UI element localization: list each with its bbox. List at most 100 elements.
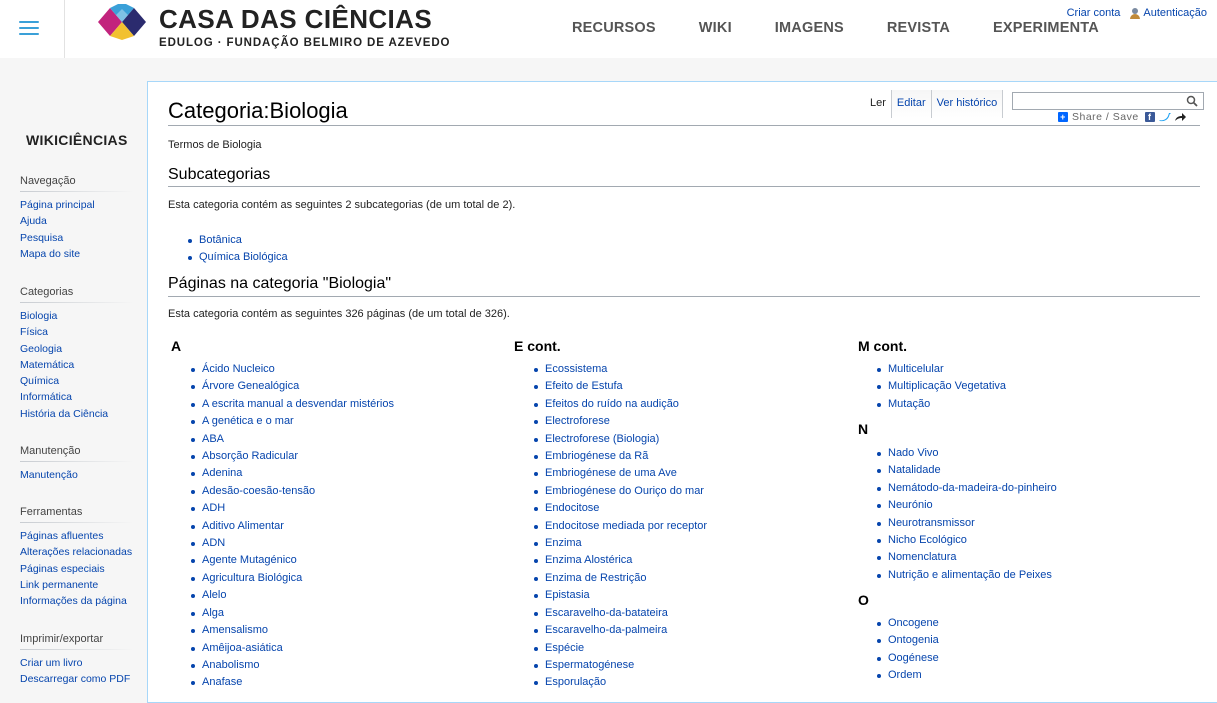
category-page-link[interactable]: Esporulação bbox=[545, 676, 606, 688]
login-link[interactable]: Autenticação bbox=[1143, 7, 1207, 19]
share-plus-icon[interactable]: + bbox=[1058, 112, 1068, 122]
category-page-link[interactable]: Amensalismo bbox=[202, 624, 268, 636]
category-page-link[interactable]: Agente Mutagénico bbox=[202, 554, 297, 566]
category-page-link[interactable]: Embriogénese da Rã bbox=[545, 450, 648, 462]
category-page-link[interactable]: Neurónio bbox=[888, 499, 933, 511]
category-page-link[interactable]: Mutação bbox=[888, 398, 930, 410]
category-page-link[interactable]: Aditivo Alimentar bbox=[202, 520, 284, 532]
letter-heading-a: A bbox=[171, 338, 182, 354]
search-input[interactable] bbox=[1012, 92, 1204, 110]
nav-wiki[interactable]: WIKI bbox=[699, 20, 732, 36]
category-page-link[interactable]: Ecossistema bbox=[545, 363, 607, 375]
list-item: Ordem bbox=[877, 667, 939, 684]
subcategory-link-quimica-biologica[interactable]: Química Biológica bbox=[199, 251, 288, 263]
sidebar-item-pesquisa[interactable]: Pesquisa bbox=[20, 232, 63, 244]
sidebar-item-manutencao[interactable]: Manutenção bbox=[20, 469, 78, 481]
category-page-link[interactable]: Adesão-coesão-tensão bbox=[202, 485, 315, 497]
category-page-link[interactable]: Enzima Alostérica bbox=[545, 554, 632, 566]
list-item: Efeito de Estufa bbox=[534, 378, 707, 395]
category-page-link[interactable]: Anafase bbox=[202, 676, 242, 688]
nav-recursos[interactable]: RECURSOS bbox=[572, 20, 656, 36]
create-account-link[interactable]: Criar conta bbox=[1067, 7, 1121, 19]
sidebar-item-paginas-especiais[interactable]: Páginas especiais bbox=[20, 563, 105, 575]
nav-experimenta[interactable]: EXPERIMENTA bbox=[993, 20, 1099, 36]
category-page-link[interactable]: Ontogenia bbox=[888, 634, 939, 646]
category-page-link[interactable]: Absorção Radicular bbox=[202, 450, 298, 462]
category-page-link[interactable]: Embriogénese de uma Ave bbox=[545, 467, 677, 479]
category-page-link[interactable]: Nemátodo-da-madeira-do-pinheiro bbox=[888, 482, 1057, 494]
nav-revista[interactable]: REVISTA bbox=[887, 20, 950, 36]
twitter-icon[interactable] bbox=[1158, 112, 1171, 122]
category-page-link[interactable]: Natalidade bbox=[888, 464, 941, 476]
category-page-link[interactable]: Espermatogénese bbox=[545, 659, 634, 671]
category-page-link[interactable]: ADH bbox=[202, 502, 225, 514]
logo-title[interactable]: CASA DAS CIÊNCIAS bbox=[159, 4, 432, 35]
category-page-link[interactable]: Efeitos do ruído na audição bbox=[545, 398, 679, 410]
sidebar-item-link-permanente[interactable]: Link permanente bbox=[20, 579, 98, 591]
sidebar-item-quimica[interactable]: Química bbox=[20, 375, 59, 387]
category-page-link[interactable]: Oncogene bbox=[888, 617, 939, 629]
category-page-link[interactable]: Alelo bbox=[202, 589, 226, 601]
search-icon[interactable] bbox=[1186, 95, 1198, 107]
category-page-link[interactable]: Electroforese bbox=[545, 415, 610, 427]
category-page-link[interactable]: Escaravelho-da-batateira bbox=[545, 607, 668, 619]
category-page-link[interactable]: Adenina bbox=[202, 467, 242, 479]
category-page-link[interactable]: Embriogénese do Ouriço do mar bbox=[545, 485, 704, 497]
category-page-link[interactable]: ADN bbox=[202, 537, 225, 549]
share-save-link[interactable]: Share / Save bbox=[1072, 111, 1139, 123]
tab-ver-historico[interactable]: Ver histórico bbox=[931, 90, 1004, 118]
category-page-link[interactable]: Electroforese (Biologia) bbox=[545, 433, 659, 445]
category-page-link[interactable]: Árvore Genealógica bbox=[202, 380, 299, 392]
category-page-link[interactable]: Nado Vivo bbox=[888, 447, 939, 459]
sidebar-item-criar-um-livro[interactable]: Criar um livro bbox=[20, 657, 82, 669]
category-page-link[interactable]: Multiplicação Vegetativa bbox=[888, 380, 1006, 392]
sidebar-item-descarregar-pdf[interactable]: Descarregar como PDF bbox=[20, 673, 130, 685]
category-page-link[interactable]: A escrita manual a desvendar mistérios bbox=[202, 398, 394, 410]
category-page-link[interactable]: Escaravelho-da-palmeira bbox=[545, 624, 667, 636]
share-arrow-icon[interactable] bbox=[1174, 112, 1186, 122]
category-page-link[interactable]: Espécie bbox=[545, 642, 584, 654]
sidebar-item-pagina-principal[interactable]: Página principal bbox=[20, 199, 95, 211]
category-page-link[interactable]: Enzima de Restrição bbox=[545, 572, 647, 584]
tab-ler[interactable]: Ler bbox=[865, 90, 892, 118]
category-page-link[interactable]: Alga bbox=[202, 607, 224, 619]
category-page-link[interactable]: Nutrição e alimentação de Peixes bbox=[888, 569, 1052, 581]
category-page-link[interactable]: Epistasia bbox=[545, 589, 590, 601]
sidebar-item-ajuda[interactable]: Ajuda bbox=[20, 215, 47, 227]
category-page-link[interactable]: Endocitose bbox=[545, 502, 599, 514]
category-page-link[interactable]: Ordem bbox=[888, 669, 922, 681]
sidebar-item-biologia[interactable]: Biologia bbox=[20, 310, 57, 322]
category-page-link[interactable]: Ácido Nucleico bbox=[202, 363, 275, 375]
sidebar-item-geologia[interactable]: Geologia bbox=[20, 343, 62, 355]
category-page-link[interactable]: Agricultura Biológica bbox=[202, 572, 302, 584]
category-page-link[interactable]: Nomenclatura bbox=[888, 551, 956, 563]
list-item: Epistasia bbox=[534, 587, 707, 604]
casa-das-ciencias-logo-icon[interactable] bbox=[98, 4, 146, 40]
category-page-link[interactable]: Anabolismo bbox=[202, 659, 259, 671]
sidebar-item-historia-da-ciencia[interactable]: História da Ciência bbox=[20, 408, 108, 420]
subcategory-link-botanica[interactable]: Botânica bbox=[199, 234, 242, 246]
sidebar-item-alteracoes-relacionadas[interactable]: Alterações relacionadas bbox=[20, 546, 132, 558]
sidebar-item-informatica[interactable]: Informática bbox=[20, 391, 72, 403]
category-page-link[interactable]: Oogénese bbox=[888, 652, 939, 664]
category-page-link[interactable]: Neurotransmissor bbox=[888, 517, 975, 529]
sidebar-item-informacoes-da-pagina[interactable]: Informações da página bbox=[20, 595, 127, 607]
category-page-link[interactable]: ABA bbox=[202, 433, 224, 445]
category-page-link[interactable]: Endocitose mediada por receptor bbox=[545, 520, 707, 532]
sidebar-item-fisica[interactable]: Física bbox=[20, 326, 48, 338]
category-page-link[interactable]: Efeito de Estufa bbox=[545, 380, 623, 392]
nav-imagens[interactable]: IMAGENS bbox=[775, 20, 844, 36]
category-page-link[interactable]: Nicho Ecológico bbox=[888, 534, 967, 546]
category-page-link[interactable]: Enzima bbox=[545, 537, 582, 549]
sidebar-item-mapa-do-site[interactable]: Mapa do site bbox=[20, 248, 80, 260]
sidebar-item-paginas-afluentes[interactable]: Páginas afluentes bbox=[20, 530, 103, 542]
category-page-link[interactable]: Multicelular bbox=[888, 363, 944, 375]
category-page-link[interactable]: Amêijoa-asiática bbox=[202, 642, 283, 654]
menu-icon[interactable] bbox=[19, 21, 39, 36]
wiki-name[interactable]: WIKICIÊNCIAS bbox=[26, 132, 128, 148]
tab-editar[interactable]: Editar bbox=[891, 90, 932, 118]
list-item: Enzima de Restrição bbox=[534, 570, 707, 587]
sidebar-item-matematica[interactable]: Matemática bbox=[20, 359, 74, 371]
facebook-icon[interactable]: f bbox=[1144, 112, 1155, 122]
category-page-link[interactable]: A genética e o mar bbox=[202, 415, 294, 427]
